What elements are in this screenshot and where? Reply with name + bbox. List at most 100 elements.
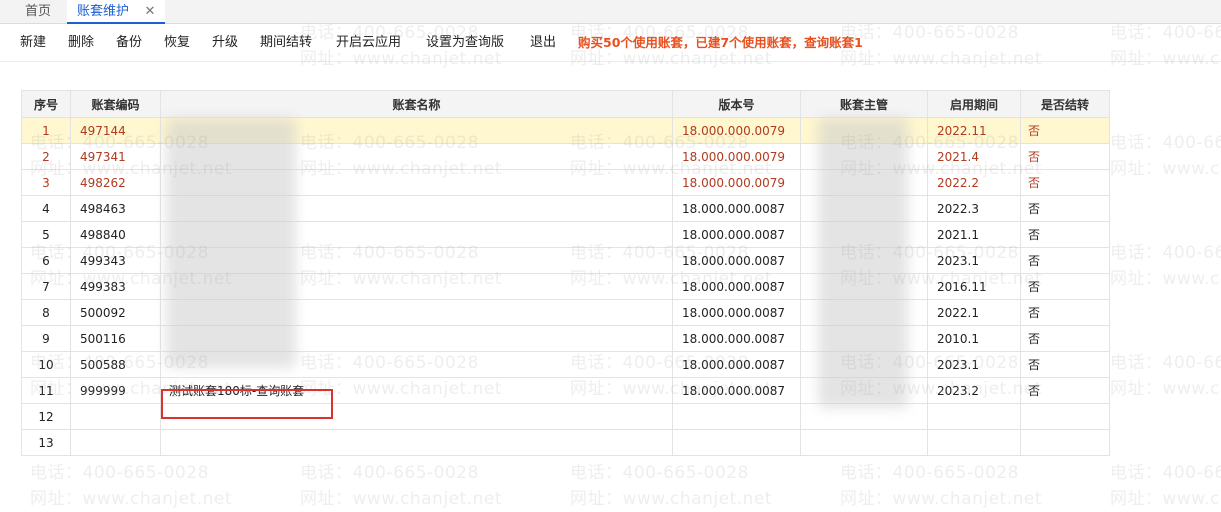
cell-seq: 3 bbox=[21, 169, 71, 196]
cell-closed: 否 bbox=[1020, 195, 1110, 222]
cell-closed: 否 bbox=[1020, 117, 1110, 144]
cell-version: 18.000.000.0079 bbox=[672, 143, 801, 170]
column-header-code[interactable]: 账套编码 bbox=[70, 90, 161, 118]
column-header-manager[interactable]: 账套主管 bbox=[800, 90, 928, 118]
cell-period: 2022.3 bbox=[927, 195, 1021, 222]
cell-seq: 2 bbox=[21, 143, 71, 170]
watermark: 电话：400-665-0028 网址：www.chanjet.net bbox=[300, 460, 502, 512]
watermark: 电话：400-665-0028 网址：www.chanjet.net bbox=[1110, 240, 1221, 292]
cell-code: 499343 bbox=[70, 247, 161, 274]
cell-seq: 10 bbox=[21, 351, 71, 378]
cell-version: 18.000.000.0087 bbox=[672, 247, 801, 274]
column-header-name[interactable]: 账套名称 bbox=[160, 90, 673, 118]
redacted-names-blur bbox=[166, 118, 296, 368]
exit-button[interactable]: 退出 bbox=[530, 33, 556, 53]
set-query-version-button[interactable]: 设置为查询版 bbox=[426, 33, 504, 53]
table-row[interactable]: 11 999999 测试账套180标-查询账套 18.000.000.0087 2023… bbox=[21, 377, 1110, 404]
cell-code: 499383 bbox=[70, 273, 161, 300]
watermark-url: 网址：www.chanjet.net bbox=[1110, 379, 1221, 399]
cell-period: 2022.2 bbox=[927, 169, 1021, 196]
cell-period: 2022.11 bbox=[927, 117, 1021, 144]
cell-version: 18.000.000.0087 bbox=[672, 299, 801, 326]
tab-bar: 首页 账套维护 ✕ bbox=[0, 0, 1221, 24]
cell-closed: 否 bbox=[1020, 221, 1110, 248]
cell-period bbox=[927, 403, 1021, 430]
table-row[interactable]: 13 bbox=[21, 429, 1110, 456]
cell-version: 18.000.000.0087 bbox=[672, 377, 801, 404]
cell-code: 500116 bbox=[70, 325, 161, 352]
license-notice: 购买50个使用账套，已建7个使用账套，查询账套1 bbox=[578, 35, 863, 50]
watermark-url: 网址：www.chanjet.net bbox=[1110, 269, 1221, 289]
column-header-period[interactable]: 启用期间 bbox=[927, 90, 1021, 118]
cell-name: 测试账套180标-查询账套 bbox=[160, 377, 673, 404]
cell-closed: 否 bbox=[1020, 169, 1110, 196]
column-header-version[interactable]: 版本号 bbox=[672, 90, 801, 118]
cell-seq: 4 bbox=[21, 195, 71, 222]
cell-closed: 否 bbox=[1020, 299, 1110, 326]
cell-code: 500092 bbox=[70, 299, 161, 326]
watermark-phone: 电话：400-665-0028 bbox=[1110, 243, 1221, 263]
cell-period: 2010.1 bbox=[927, 325, 1021, 352]
cell-closed bbox=[1020, 403, 1110, 430]
cell-closed: 否 bbox=[1020, 273, 1110, 300]
watermark-url: 网址：www.chanjet.net bbox=[570, 489, 773, 509]
watermark-url: 网址：www.chanjet.net bbox=[30, 489, 233, 509]
cell-seq: 6 bbox=[21, 247, 71, 274]
watermark-url: 网址：www.chanjet.net bbox=[1110, 489, 1221, 509]
cell-code: 498463 bbox=[70, 195, 161, 222]
table-row[interactable]: 12 bbox=[21, 403, 1110, 430]
watermark-phone: 电话：400-665-0028 bbox=[300, 463, 479, 483]
watermark-phone: 电话：400-665-0028 bbox=[570, 463, 749, 483]
cell-version: 18.000.000.0079 bbox=[672, 169, 801, 196]
column-header-seq[interactable]: 序号 bbox=[21, 90, 71, 118]
cell-seq: 9 bbox=[21, 325, 71, 352]
redacted-managers-blur bbox=[818, 118, 908, 408]
watermark: 电话：400-665-0028 网址：www.chanjet.net bbox=[30, 460, 232, 512]
watermark: 电话：400-665-0028 网址：www.chanjet.net bbox=[570, 460, 772, 512]
cell-period: 2016.11 bbox=[927, 273, 1021, 300]
cell-name bbox=[160, 403, 673, 430]
table-header: 序号 账套编码 账套名称 版本号 账套主管 启用期间 是否结转 bbox=[21, 90, 1110, 118]
cell-period: 2023.1 bbox=[927, 247, 1021, 274]
watermark-url: 网址：www.chanjet.net bbox=[300, 489, 503, 509]
restore-button[interactable]: 恢复 bbox=[164, 33, 190, 53]
cell-code: 498262 bbox=[70, 169, 161, 196]
cell-seq: 12 bbox=[21, 403, 71, 430]
cell-version bbox=[672, 429, 801, 456]
cell-seq: 7 bbox=[21, 273, 71, 300]
cell-seq: 1 bbox=[21, 117, 71, 144]
cell-closed bbox=[1020, 429, 1110, 456]
cell-code: 497144 bbox=[70, 117, 161, 144]
tab-home[interactable]: 首页 bbox=[14, 0, 62, 24]
cell-period: 2023.1 bbox=[927, 351, 1021, 378]
enable-cloud-app-button[interactable]: 开启云应用 bbox=[336, 33, 401, 53]
cell-code: 500588 bbox=[70, 351, 161, 378]
column-header-closed[interactable]: 是否结转 bbox=[1020, 90, 1110, 118]
close-icon[interactable]: ✕ bbox=[143, 0, 157, 24]
watermark-url: 网址：www.chanjet.net bbox=[840, 489, 1043, 509]
watermark-url: 网址：www.chanjet.net bbox=[1110, 159, 1221, 179]
upgrade-button[interactable]: 升级 bbox=[212, 33, 238, 53]
cell-closed: 否 bbox=[1020, 377, 1110, 404]
cell-seq: 13 bbox=[21, 429, 71, 456]
new-button[interactable]: 新建 bbox=[20, 33, 46, 53]
cell-code: 497341 bbox=[70, 143, 161, 170]
watermark-phone: 电话：400-665-0028 bbox=[1110, 353, 1221, 373]
delete-button[interactable]: 删除 bbox=[68, 33, 94, 53]
backup-button[interactable]: 备份 bbox=[116, 33, 142, 53]
watermark: 电话：400-665-0028 网址：www.chanjet.net bbox=[1110, 130, 1221, 182]
cell-period: 2023.2 bbox=[927, 377, 1021, 404]
cell-period bbox=[927, 429, 1021, 456]
watermark-phone: 电话：400-665-0028 bbox=[1110, 133, 1221, 153]
watermark: 电话：400-665-0028 网址：www.chanjet.net bbox=[840, 460, 1042, 512]
watermark: 电话：400-665-0028 网址：www.chanjet.net bbox=[1110, 460, 1221, 512]
cell-code bbox=[70, 403, 161, 430]
watermark-phone: 电话：400-665-0028 bbox=[840, 463, 1019, 483]
watermark-phone: 电话：400-665-0028 bbox=[30, 463, 209, 483]
cell-version: 18.000.000.0087 bbox=[672, 221, 801, 248]
period-carryover-button[interactable]: 期间结转 bbox=[260, 33, 312, 53]
cell-code bbox=[70, 429, 161, 456]
cell-closed: 否 bbox=[1020, 143, 1110, 170]
cell-manager bbox=[800, 429, 928, 456]
cell-period: 2022.1 bbox=[927, 299, 1021, 326]
